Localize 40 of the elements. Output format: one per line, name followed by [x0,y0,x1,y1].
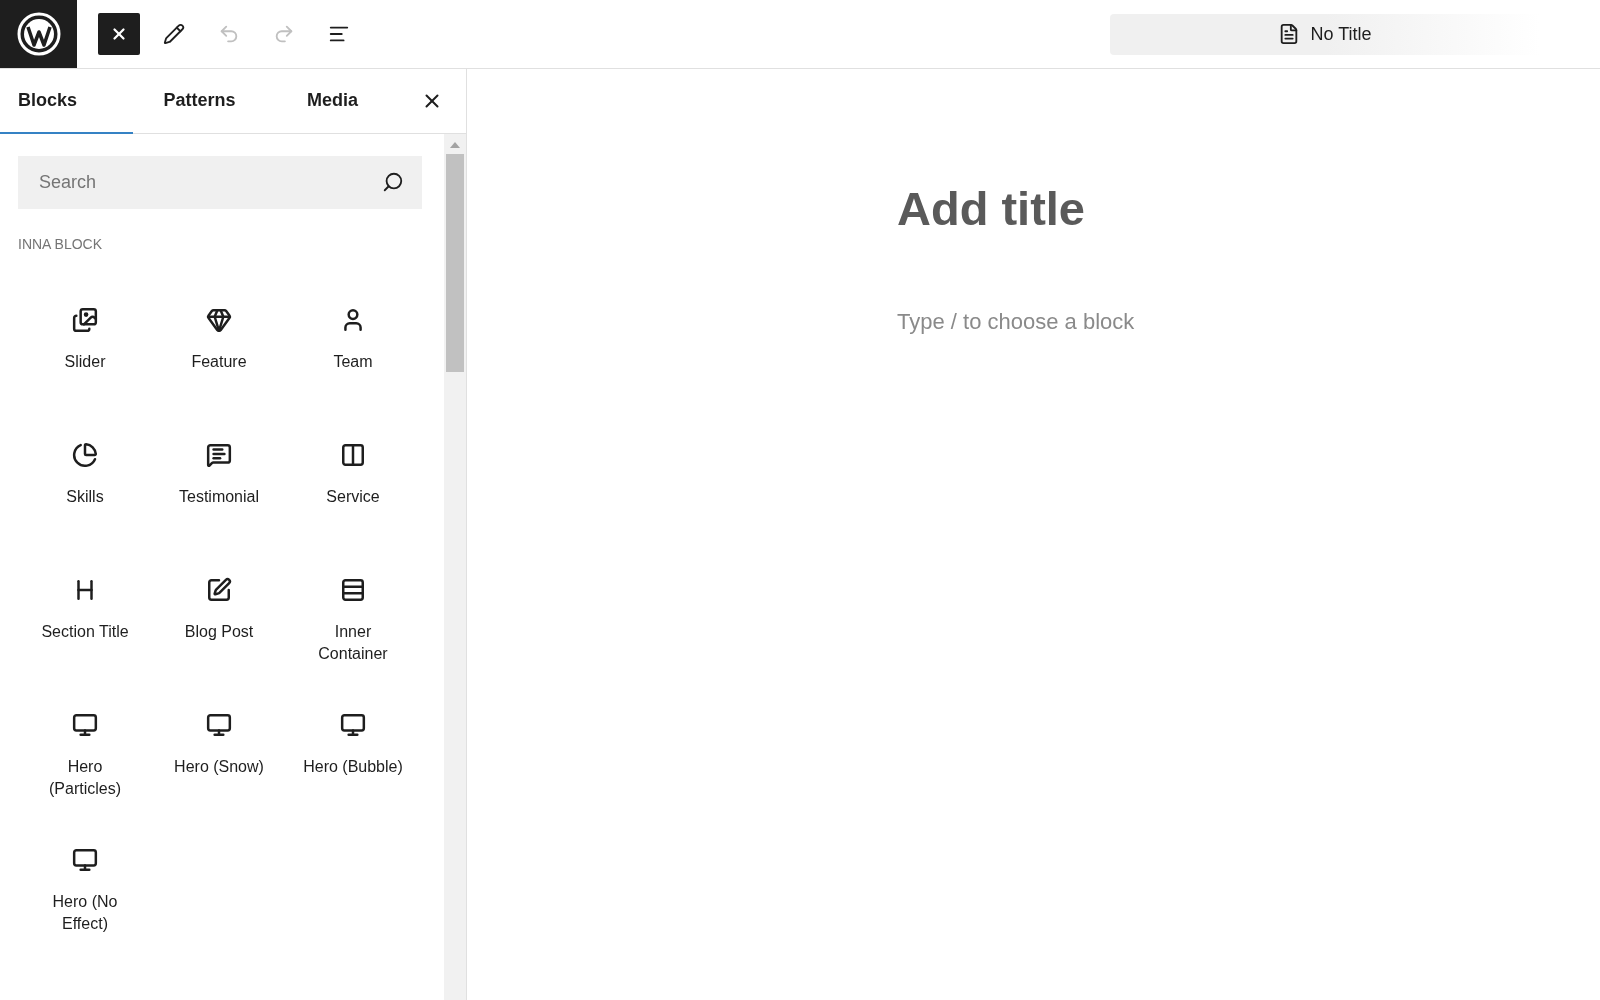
block-item[interactable]: Blog Post [152,555,286,690]
site-logo-button[interactable] [0,0,77,68]
block-item[interactable]: Feature [152,285,286,420]
block-item[interactable]: Slider [18,285,152,420]
block-item[interactable]: Team [286,285,420,420]
gem-icon [206,307,232,333]
monitor-icon [340,712,366,738]
block-item[interactable]: Section Title [18,555,152,690]
block-item[interactable]: Hero (Particles) [18,690,152,825]
block-item[interactable]: Hero (No Effect) [18,825,152,960]
inserter-tab[interactable]: Patterns [133,69,266,134]
pie-chart-icon [72,442,98,468]
title-field[interactable]: Add title [897,174,1085,245]
category-heading: INNA BLOCK [18,235,103,254]
rows-icon [340,577,366,603]
block-item[interactable]: Inner Container [286,555,420,690]
block-item[interactable]: Service [286,420,420,555]
monitor-icon [72,847,98,873]
close-icon [110,25,128,43]
speech-bubble-icon [206,442,232,468]
monitor-icon [72,712,98,738]
scrollbar[interactable] [444,134,466,1000]
images-icon [72,307,98,333]
inserter-tab[interactable]: Media [266,69,399,134]
document-title: No Title [1310,22,1372,46]
block-item[interactable]: Testimonial [152,420,286,555]
redo-icon [273,23,295,45]
columns-icon [340,442,366,468]
search-icon [382,171,404,193]
close-button[interactable] [98,13,140,55]
logo-icon [16,12,61,56]
block-item[interactable]: Hero (Snow) [152,690,286,825]
block-item[interactable]: Skills [18,420,152,555]
monitor-icon [206,712,232,738]
pencil-icon [163,23,185,45]
block-item[interactable]: Hero (Bubble) [286,690,420,825]
search-field[interactable]: Search [18,156,422,209]
inserter-tab[interactable]: Blocks [0,69,133,134]
pen-square-icon [206,577,232,603]
undo-icon [218,23,240,45]
